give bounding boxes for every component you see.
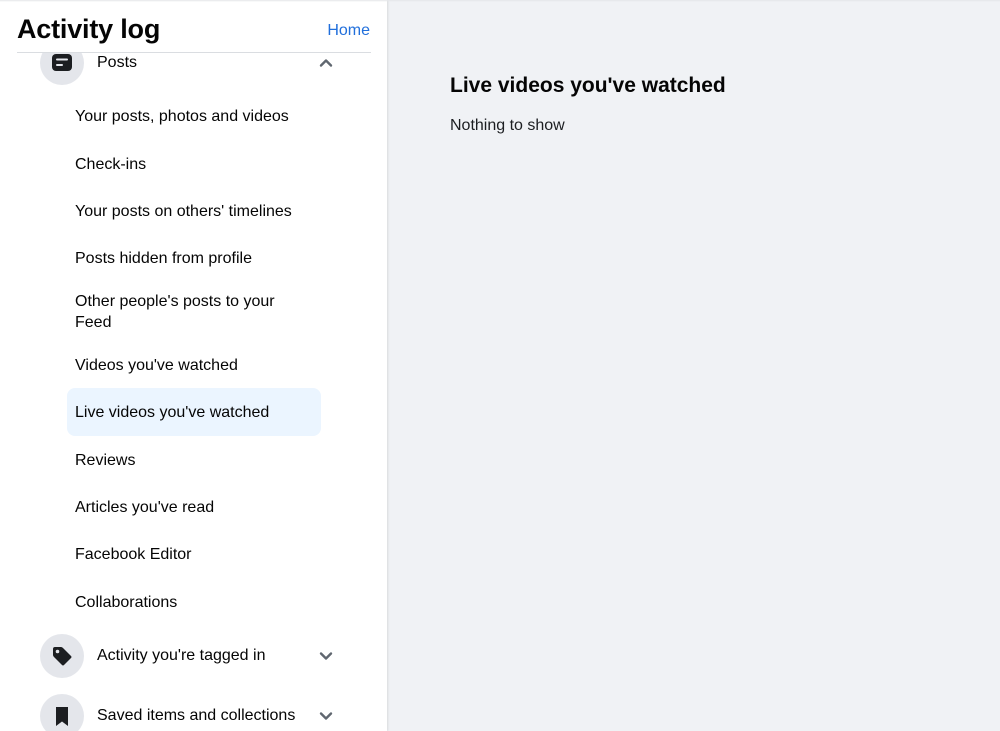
sidebar-section-label: Posts <box>97 54 138 71</box>
sidebar-item-articles-read[interactable]: Articles you've read <box>67 495 321 519</box>
chevron-up-icon[interactable] <box>314 51 338 75</box>
chevron-down-icon[interactable] <box>314 704 338 728</box>
bookmark-icon <box>56 707 68 726</box>
sidebar-item-label: Articles you've read <box>75 498 215 516</box>
home-link[interactable]: Home <box>327 22 370 40</box>
section-heading: Live videos you've watched <box>450 74 726 97</box>
sidebar-item-facebook-editor[interactable]: Facebook Editor <box>67 542 321 566</box>
sidebar-item-videos-watched[interactable]: Videos you've watched <box>67 353 321 377</box>
sidebar-item-reviews[interactable]: Reviews <box>67 448 321 472</box>
sidebar-item-label: Videos you've watched <box>75 356 238 374</box>
top-shadow <box>0 0 1000 2</box>
sidebar-item-others-posts-to-feed[interactable]: Other people's posts to your Feed <box>67 290 307 334</box>
sidebar-item-posts-hidden[interactable]: Posts hidden from profile <box>67 246 321 270</box>
empty-state-message: Nothing to show <box>450 117 565 134</box>
sidebar-item-label: Collaborations <box>75 593 178 611</box>
sidebar-header: Activity log Home <box>17 10 371 53</box>
tag-icon-circle <box>40 634 84 678</box>
sidebar-section-label: Activity you're tagged in <box>97 647 266 664</box>
sidebar-section-tagged[interactable]: Activity you're tagged in <box>40 634 340 678</box>
sidebar-section-label: Saved items and collections <box>97 707 296 724</box>
sidebar-item-label: Live videos you've watched <box>75 403 270 421</box>
sidebar-section-saved[interactable]: Saved items and collections <box>40 694 340 731</box>
chevron-down-icon[interactable] <box>314 644 338 668</box>
sidebar-item-label: Facebook Editor <box>75 545 192 563</box>
sidebar-item-check-ins[interactable]: Check-ins <box>67 152 321 176</box>
sidebar-item-live-videos-watched[interactable]: Live videos you've watched <box>67 388 321 436</box>
sidebar-item-label: Check-ins <box>75 155 147 173</box>
tag-icon <box>53 647 72 666</box>
sidebar-item-your-posts[interactable]: Your posts, photos and videos <box>67 104 321 128</box>
sidebar: Activity log Home Posts Your posts, phot… <box>0 0 387 731</box>
sidebar-item-posts-on-others-timelines[interactable]: Your posts on others' timelines <box>67 199 321 223</box>
sidebar-item-label: Your posts, photos and videos <box>75 107 289 125</box>
sidebar-item-label: Your posts on others' timelines <box>75 202 292 220</box>
posts-icon <box>52 54 72 71</box>
page-title: Activity log <box>17 14 161 44</box>
sidebar-item-collaborations[interactable]: Collaborations <box>67 590 321 614</box>
sidebar-item-label: Reviews <box>75 451 136 469</box>
sidebar-item-label: Other people's posts to your Feed <box>75 293 275 331</box>
bookmark-icon-circle <box>40 694 84 731</box>
sidebar-item-label: Posts hidden from profile <box>75 249 252 267</box>
